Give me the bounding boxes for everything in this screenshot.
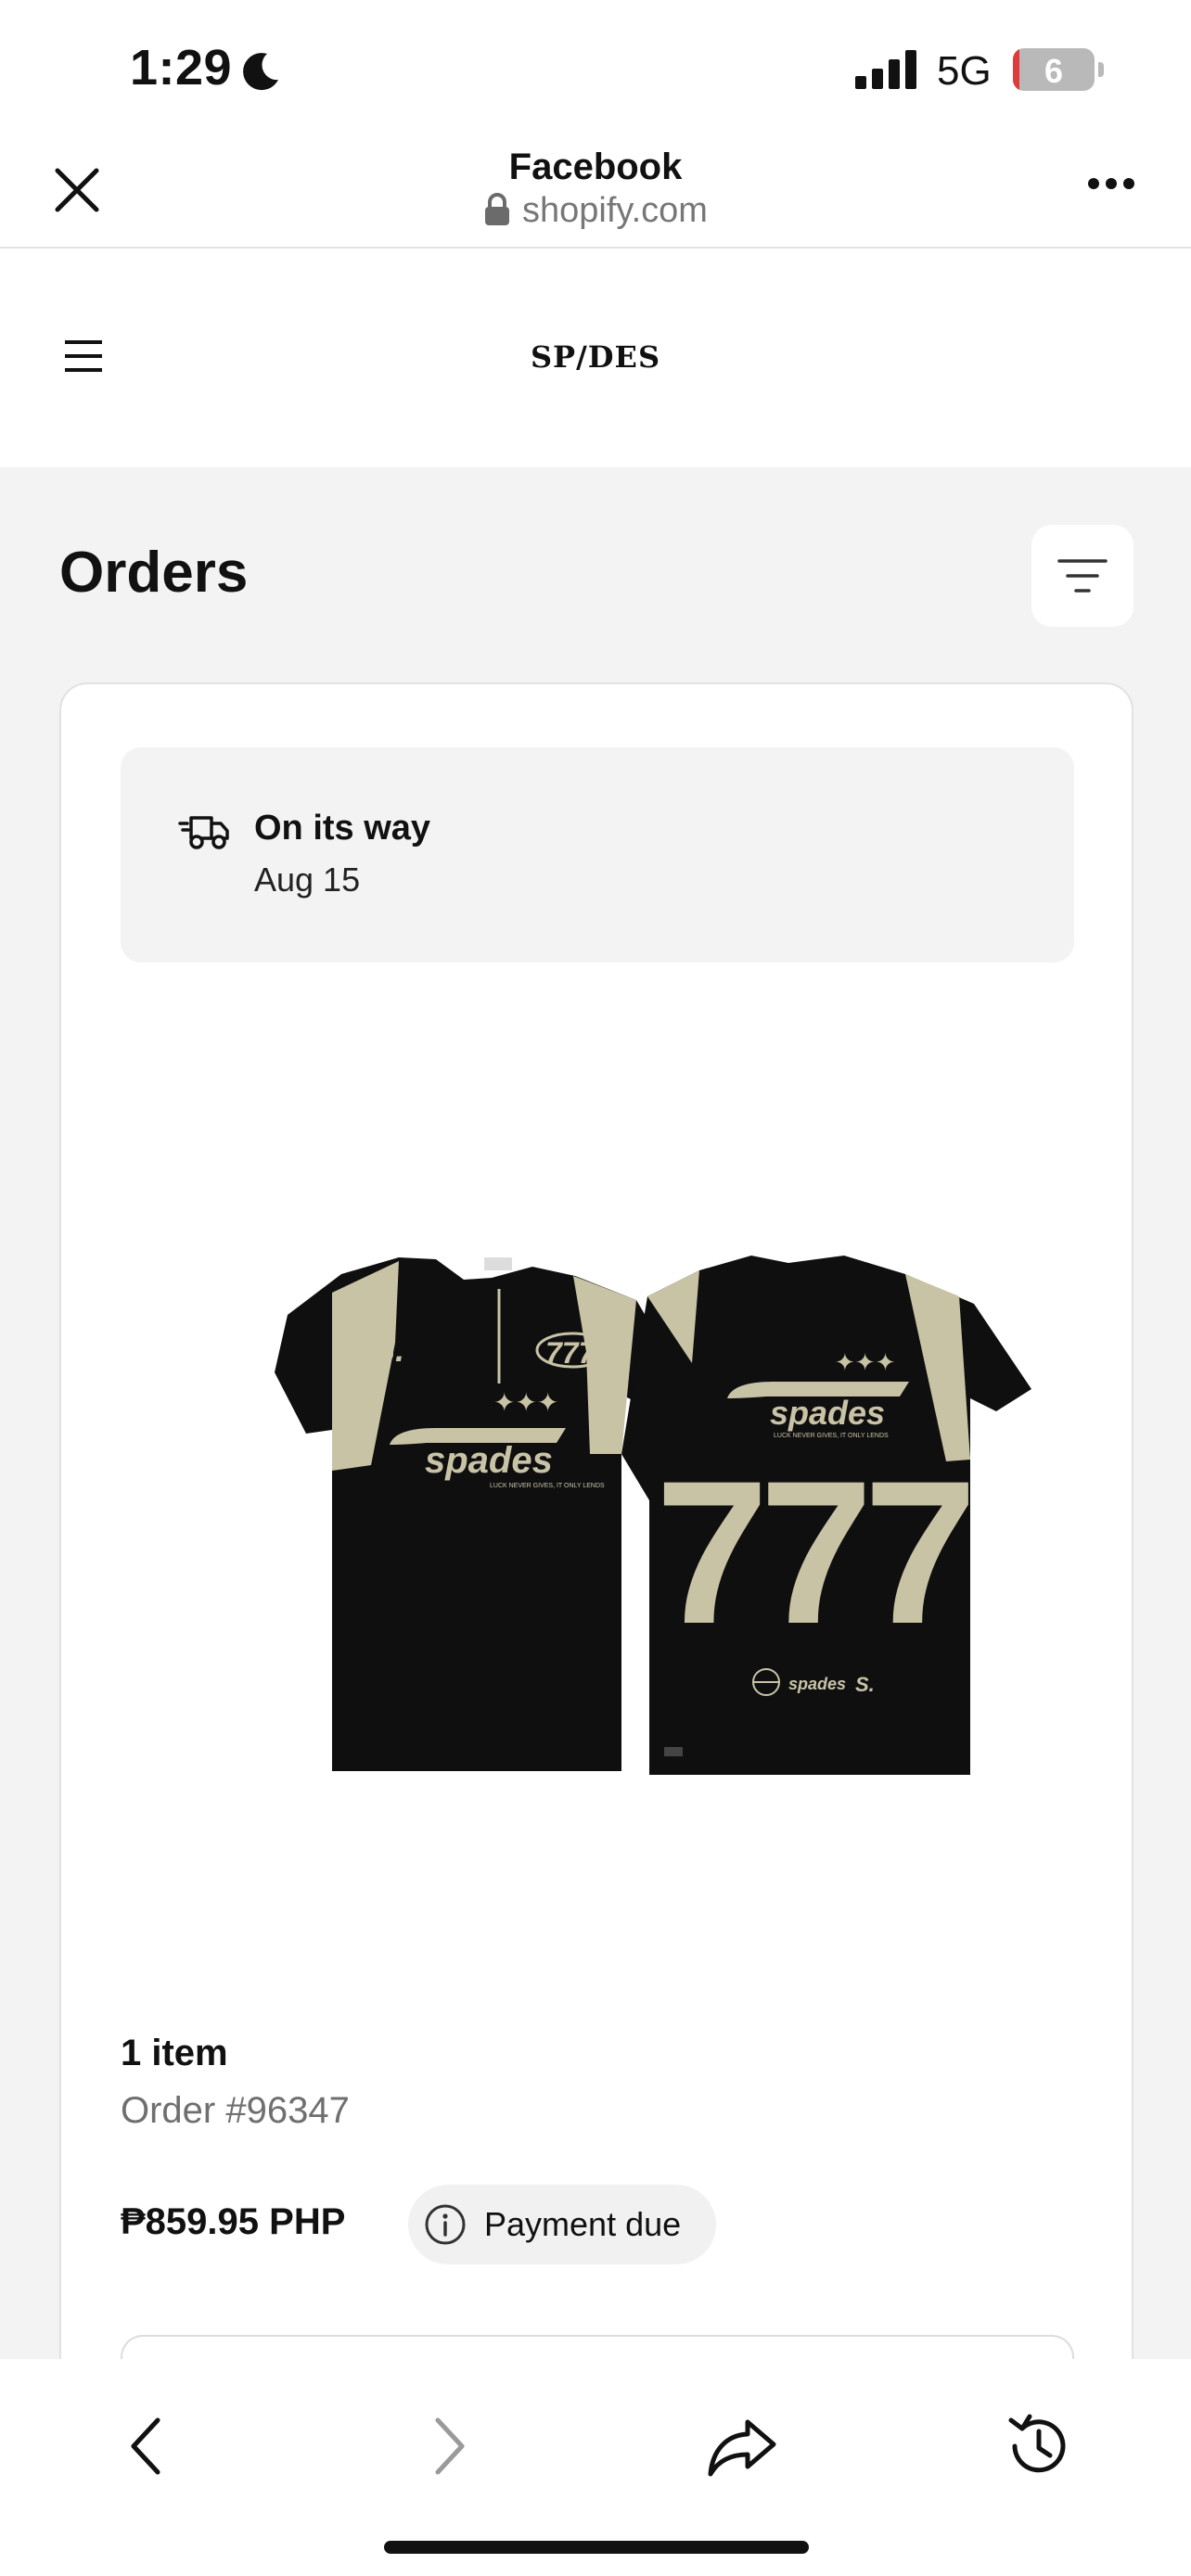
jersey-front-brand: spades — [425, 1440, 553, 1481]
browser-url[interactable]: shopify.com — [0, 191, 1191, 231]
more-icon[interactable] — [1087, 176, 1135, 191]
delivery-date: Aug 15 — [254, 861, 361, 899]
moon-icon — [243, 53, 278, 91]
page-title: Orders — [59, 541, 249, 605]
store-header: SP/DES — [0, 250, 1191, 467]
order-card[interactable]: On its way Aug 15 S. 777 spades ✦✦✦ LUCK… — [59, 682, 1133, 2446]
jersey-front: S. 777 spades ✦✦✦ LUCK NEVER GIVES, IT O… — [275, 1257, 679, 1771]
status-time: 1:29 — [130, 40, 233, 96]
cellular-signal-icon — [855, 50, 916, 89]
jersey-front-number: 777 — [545, 1336, 597, 1370]
payment-status-badge: Payment due — [408, 2185, 716, 2264]
browser-url-text: shopify.com — [522, 191, 708, 230]
filter-icon — [1057, 559, 1108, 593]
lock-icon — [485, 193, 510, 225]
order-total: ₱859.95 PHP — [121, 2201, 346, 2242]
jersey-chest-badge: S. — [373, 1331, 404, 1369]
battery-tip — [1098, 62, 1104, 77]
order-number: Order #96347 — [121, 2090, 350, 2131]
jersey-back-hem-badge: S. — [855, 1673, 875, 1696]
jersey-back-brand: spades — [770, 1394, 885, 1432]
delivery-status: On its way — [254, 809, 431, 848]
in-app-browser-header: Facebook shopify.com — [0, 139, 1191, 249]
share-icon[interactable] — [705, 2409, 779, 2483]
svg-text:✦✦✦: ✦✦✦ — [835, 1349, 895, 1377]
jersey-back-number: 777 — [655, 1438, 968, 1666]
svg-text:✦✦✦: ✦✦✦ — [493, 1387, 558, 1418]
store-logo[interactable]: SP/DES — [0, 339, 1191, 375]
home-indicator — [384, 2541, 809, 2554]
item-count: 1 item — [121, 2033, 228, 2073]
orders-main: Orders On its way Aug 15 S. 777 spades ✦… — [0, 467, 1191, 2446]
filter-button[interactable] — [1031, 525, 1133, 627]
jersey-back: spades ✦✦✦ LUCK NEVER GIVES, IT ONLY LEN… — [621, 1256, 1031, 1775]
forward-arrow-icon[interactable] — [410, 2409, 484, 2483]
back-arrow-icon[interactable] — [111, 2409, 186, 2483]
history-icon[interactable] — [1002, 2409, 1076, 2483]
status-bar: 1:29 5G 6 — [0, 0, 1191, 139]
browser-title: Facebook — [508, 147, 683, 187]
jersey-illustration: S. 777 spades ✦✦✦ LUCK NEVER GIVES, IT O… — [275, 1256, 1031, 1775]
jersey-front-tagline: LUCK NEVER GIVES, IT ONLY LENDS — [490, 1483, 605, 1489]
delivery-truck-icon — [178, 816, 229, 849]
jersey-back-hem-brand: spades — [788, 1675, 846, 1693]
delivery-status-panel: On its way Aug 15 — [121, 747, 1074, 963]
info-icon — [425, 2204, 466, 2245]
product-image[interactable]: S. 777 spades ✦✦✦ LUCK NEVER GIVES, IT O… — [121, 1018, 1074, 1983]
payment-status-label: Payment due — [484, 2205, 682, 2243]
battery-icon: 6 — [1013, 48, 1095, 91]
browser-toolbar — [0, 2359, 1191, 2576]
battery-level-text: 6 — [1044, 52, 1064, 90]
network-label: 5G — [937, 48, 992, 94]
